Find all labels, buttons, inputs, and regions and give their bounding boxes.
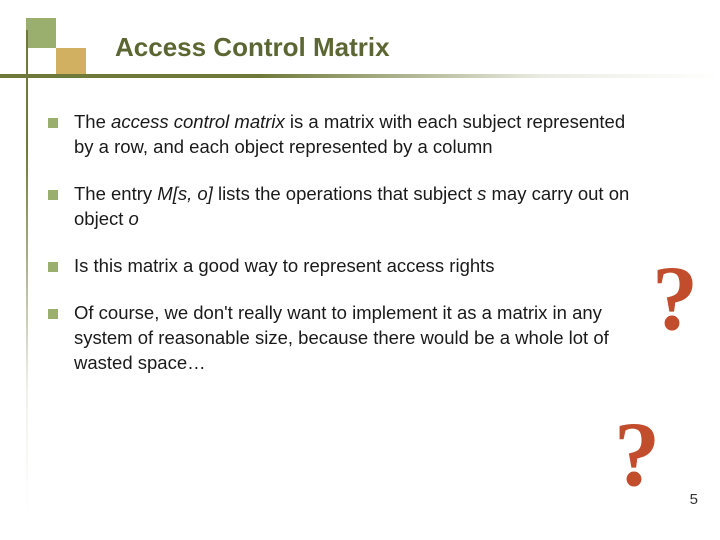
text-emphasis: s	[477, 183, 486, 204]
text-run: lists the operations that subject	[213, 183, 477, 204]
bullet-text: The entry M[s, o] lists the operations t…	[74, 182, 638, 232]
list-item: The access control matrix is a matrix wi…	[48, 110, 638, 160]
slide-body: The access control matrix is a matrix wi…	[48, 110, 638, 398]
list-item: Is this matrix a good way to represent a…	[48, 254, 638, 279]
bullet-text: Of course, we don't really want to imple…	[74, 301, 638, 376]
page-number: 5	[690, 491, 698, 508]
horizontal-divider	[0, 74, 720, 78]
bullet-icon	[48, 190, 58, 200]
corner-decoration	[0, 18, 110, 80]
bullet-icon	[48, 118, 58, 128]
text-run: The entry	[74, 183, 157, 204]
bullet-icon	[48, 309, 58, 319]
text-run: The	[74, 111, 111, 132]
text-run: Of course, we don't really want to imple…	[74, 302, 609, 373]
text-emphasis: access control matrix	[111, 111, 285, 132]
list-item: Of course, we don't really want to imple…	[48, 301, 638, 376]
vertical-divider	[26, 30, 28, 520]
bullet-text: The access control matrix is a matrix wi…	[74, 110, 638, 160]
list-item: The entry M[s, o] lists the operations t…	[48, 182, 638, 232]
decor-square-green	[26, 18, 56, 48]
bullet-text: Is this matrix a good way to represent a…	[74, 254, 495, 279]
question-mark-icon: ?	[652, 252, 698, 344]
bullet-icon	[48, 262, 58, 272]
slide-title: Access Control Matrix	[115, 32, 390, 63]
text-emphasis: o	[129, 208, 139, 229]
text-run: Is this matrix a good way to represent a…	[74, 255, 495, 276]
question-mark-icon: ?	[614, 408, 660, 500]
text-emphasis: M[s, o]	[157, 183, 213, 204]
